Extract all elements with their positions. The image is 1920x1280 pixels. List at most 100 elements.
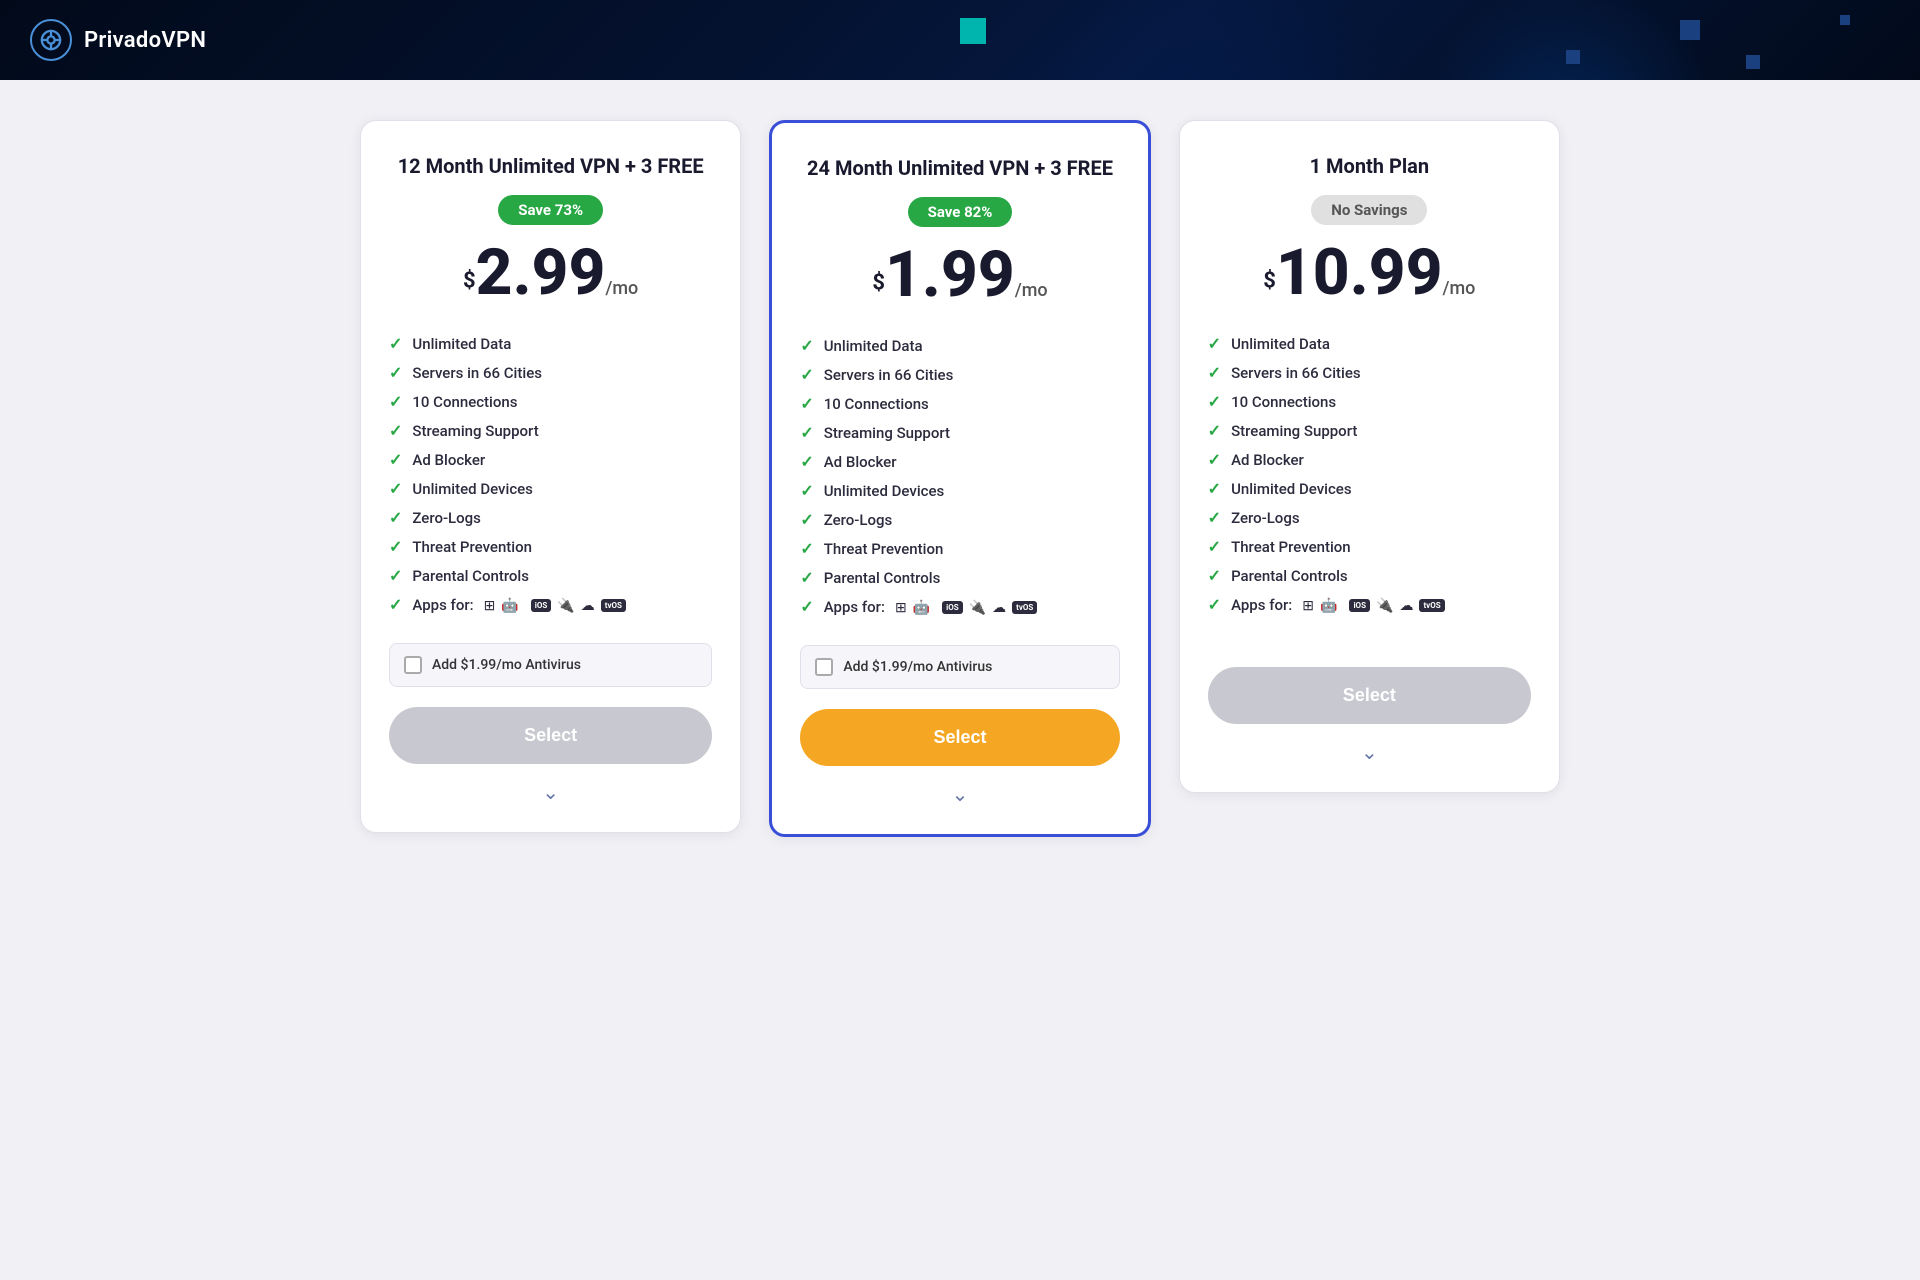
router-icon: 🔌 bbox=[1376, 598, 1393, 614]
check-icon-0-2: ✓ bbox=[389, 392, 402, 411]
check-icon-1-9: ✓ bbox=[800, 597, 813, 616]
feature-item-2-0: ✓ Unlimited Data bbox=[1208, 329, 1531, 358]
feature-label-0-9: Apps for: bbox=[412, 596, 473, 614]
feature-item-2-9: ✓ Apps for: ⊞ 🤖 iOS 🔌 ☁ tvOS bbox=[1208, 590, 1531, 619]
deco-teal bbox=[960, 18, 986, 44]
feature-label-0-0: Unlimited Data bbox=[412, 335, 511, 353]
plan-card-plan-12month: 12 Month Unlimited VPN + 3 FREESave 73%$… bbox=[360, 120, 741, 833]
feature-label-0-2: 10 Connections bbox=[412, 393, 517, 411]
deco-square-1 bbox=[1680, 20, 1700, 40]
deco-square-2 bbox=[1566, 50, 1580, 64]
plans-grid: 12 Month Unlimited VPN + 3 FREESave 73%$… bbox=[360, 120, 1560, 837]
select-button-2[interactable]: Select bbox=[1208, 667, 1531, 724]
feature-item-0-6: ✓ Zero-Logs bbox=[389, 503, 712, 532]
header: PrivadoVPN bbox=[0, 0, 1920, 80]
feature-label-1-5: Unlimited Devices bbox=[824, 482, 945, 500]
feature-item-2-7: ✓ Threat Prevention bbox=[1208, 532, 1531, 561]
windows-icon: ⊞ bbox=[895, 600, 907, 616]
plan-card-plan-1month: 1 Month PlanNo Savings$10.99/mo✓ Unlimit… bbox=[1179, 120, 1560, 793]
feature-label-2-2: 10 Connections bbox=[1231, 393, 1336, 411]
savings-badge-2: No Savings bbox=[1311, 195, 1427, 225]
feature-item-0-4: ✓ Ad Blocker bbox=[389, 445, 712, 474]
check-icon-2-4: ✓ bbox=[1208, 450, 1221, 469]
check-icon-2-6: ✓ bbox=[1208, 508, 1221, 527]
antivirus-checkbox-0[interactable] bbox=[404, 656, 422, 674]
apps-icons-row-0: ⊞ 🤖 iOS 🔌 ☁ tvOS bbox=[484, 598, 626, 614]
deco-square-4 bbox=[1840, 15, 1850, 25]
feature-label-1-8: Parental Controls bbox=[824, 569, 941, 587]
antivirus-checkbox-1[interactable] bbox=[815, 658, 833, 676]
feature-item-0-0: ✓ Unlimited Data bbox=[389, 329, 712, 358]
feature-item-2-4: ✓ Ad Blocker bbox=[1208, 445, 1531, 474]
price-amount-2: 10.99 bbox=[1276, 235, 1443, 310]
feature-label-0-3: Streaming Support bbox=[412, 422, 538, 440]
check-icon-1-5: ✓ bbox=[800, 481, 813, 500]
check-icon-1-7: ✓ bbox=[800, 539, 813, 558]
feature-item-1-3: ✓ Streaming Support bbox=[800, 418, 1119, 447]
feature-item-0-1: ✓ Servers in 66 Cities bbox=[389, 358, 712, 387]
feature-item-0-5: ✓ Unlimited Devices bbox=[389, 474, 712, 503]
bottom-arc-2: ⌄ bbox=[1208, 740, 1531, 764]
check-icon-2-3: ✓ bbox=[1208, 421, 1221, 440]
check-icon-0-8: ✓ bbox=[389, 566, 402, 585]
price-dollar-2: $ bbox=[1263, 269, 1276, 294]
price-mo-0: /mo bbox=[605, 278, 638, 299]
windows-icon: ⊞ bbox=[484, 598, 496, 614]
plan-card-plan-24month: 24 Month Unlimited VPN + 3 FREESave 82%$… bbox=[769, 120, 1150, 837]
feature-label-1-3: Streaming Support bbox=[824, 424, 950, 442]
check-icon-0-1: ✓ bbox=[389, 363, 402, 382]
check-icon-2-0: ✓ bbox=[1208, 334, 1221, 353]
price-amount-0: 2.99 bbox=[476, 235, 606, 310]
feature-label-0-1: Servers in 66 Cities bbox=[412, 364, 542, 382]
feature-item-0-2: ✓ 10 Connections bbox=[389, 387, 712, 416]
apps-icons-row-1: ⊞ 🤖 iOS 🔌 ☁ tvOS bbox=[895, 600, 1037, 616]
check-icon-0-6: ✓ bbox=[389, 508, 402, 527]
feature-item-1-0: ✓ Unlimited Data bbox=[800, 331, 1119, 360]
check-icon-0-0: ✓ bbox=[389, 334, 402, 353]
check-icon-0-7: ✓ bbox=[389, 537, 402, 556]
feature-item-2-6: ✓ Zero-Logs bbox=[1208, 503, 1531, 532]
check-icon-1-8: ✓ bbox=[800, 568, 813, 587]
feature-item-0-7: ✓ Threat Prevention bbox=[389, 532, 712, 561]
feature-item-2-1: ✓ Servers in 66 Cities bbox=[1208, 358, 1531, 387]
feature-label-0-4: Ad Blocker bbox=[412, 451, 485, 469]
windows-icon: ⊞ bbox=[1302, 598, 1314, 614]
bottom-arc-1: ⌄ bbox=[800, 782, 1119, 806]
feature-item-1-1: ✓ Servers in 66 Cities bbox=[800, 360, 1119, 389]
feature-item-1-5: ✓ Unlimited Devices bbox=[800, 476, 1119, 505]
check-icon-1-4: ✓ bbox=[800, 452, 813, 471]
bottom-arc-0: ⌄ bbox=[389, 780, 712, 804]
feature-label-2-1: Servers in 66 Cities bbox=[1231, 364, 1361, 382]
feature-item-0-8: ✓ Parental Controls bbox=[389, 561, 712, 590]
deco-square-3 bbox=[1746, 55, 1760, 69]
cloud-icon: ☁ bbox=[581, 598, 595, 614]
check-icon-1-0: ✓ bbox=[800, 336, 813, 355]
logo-icon bbox=[30, 19, 72, 61]
feature-label-2-7: Threat Prevention bbox=[1231, 538, 1351, 556]
select-button-1[interactable]: Select bbox=[800, 709, 1119, 766]
check-icon-1-1: ✓ bbox=[800, 365, 813, 384]
antivirus-label-1: Add $1.99/mo Antivirus bbox=[843, 659, 992, 675]
feature-label-0-8: Parental Controls bbox=[412, 567, 529, 585]
cloud-icon: ☁ bbox=[1399, 598, 1413, 614]
tvos-badge: tvOS bbox=[1419, 599, 1444, 612]
feature-label-2-8: Parental Controls bbox=[1231, 567, 1348, 585]
feature-item-2-8: ✓ Parental Controls bbox=[1208, 561, 1531, 590]
antivirus-row-1: Add $1.99/mo Antivirus bbox=[800, 645, 1119, 689]
feature-item-1-7: ✓ Threat Prevention bbox=[800, 534, 1119, 563]
select-button-0[interactable]: Select bbox=[389, 707, 712, 764]
feature-label-2-0: Unlimited Data bbox=[1231, 335, 1330, 353]
apps-icons-row-2: ⊞ 🤖 iOS 🔌 ☁ tvOS bbox=[1302, 598, 1444, 614]
feature-item-1-9: ✓ Apps for: ⊞ 🤖 iOS 🔌 ☁ tvOS bbox=[800, 592, 1119, 621]
tvos-badge: tvOS bbox=[1012, 601, 1037, 614]
ios-badge: iOS bbox=[942, 601, 963, 614]
feature-label-2-3: Streaming Support bbox=[1231, 422, 1357, 440]
feature-item-1-6: ✓ Zero-Logs bbox=[800, 505, 1119, 534]
tvos-badge: tvOS bbox=[601, 599, 626, 612]
check-icon-0-5: ✓ bbox=[389, 479, 402, 498]
feature-label-0-5: Unlimited Devices bbox=[412, 480, 533, 498]
price-mo-1: /mo bbox=[1015, 280, 1048, 301]
feature-item-2-5: ✓ Unlimited Devices bbox=[1208, 474, 1531, 503]
price-dollar-1: $ bbox=[872, 271, 885, 296]
features-list-1: ✓ Unlimited Data✓ Servers in 66 Cities ✓ … bbox=[800, 331, 1119, 621]
